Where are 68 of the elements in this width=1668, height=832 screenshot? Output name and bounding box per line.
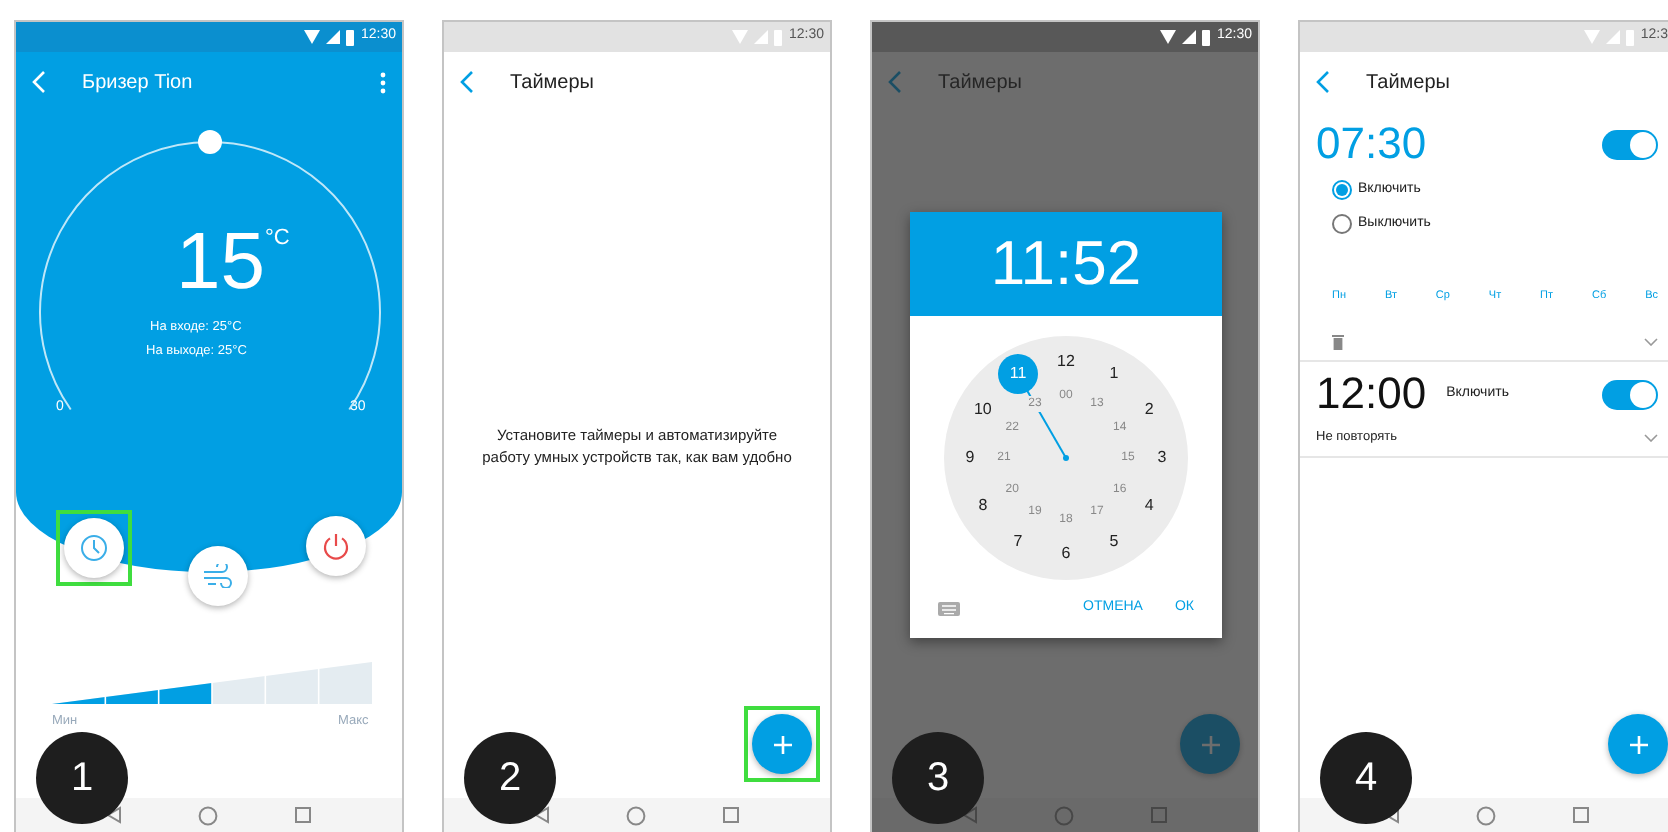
trash-icon[interactable] (1332, 334, 1344, 351)
wifi-icon (1584, 30, 1601, 44)
screen-title: Таймеры (938, 69, 1022, 97)
hour-option[interactable]: 2 (1144, 402, 1154, 418)
hour-option[interactable]: 3 (1157, 450, 1167, 466)
timer-time: 07:30 (1316, 120, 1427, 169)
hour-option[interactable]: 6 (1061, 546, 1071, 562)
home-nav-icon[interactable] (1476, 805, 1496, 825)
home-nav-icon[interactable] (1054, 805, 1074, 825)
wifi-icon (732, 30, 749, 44)
add-icon (773, 735, 791, 753)
temperature-handle[interactable] (198, 130, 222, 154)
wind-icon (202, 564, 234, 588)
clock-icon (80, 534, 108, 562)
chevron-down-icon[interactable] (1644, 433, 1658, 441)
screen-title: Таймеры (1366, 69, 1450, 97)
recents-nav-icon[interactable] (1150, 806, 1168, 824)
back-nav-icon[interactable] (106, 806, 122, 824)
recents-nav-icon[interactable] (722, 806, 740, 824)
speed-bar[interactable] (52, 662, 372, 704)
back-nav-icon[interactable] (534, 806, 550, 824)
hour-option[interactable]: 8 (978, 498, 988, 514)
power-icon (322, 532, 350, 560)
signal-icon (754, 30, 769, 44)
add-button[interactable] (1180, 714, 1240, 774)
add-icon (1629, 735, 1647, 753)
recents-nav-icon[interactable] (294, 806, 312, 824)
home-nav-icon[interactable] (626, 805, 646, 825)
temperature-unit: °C (265, 228, 290, 250)
signal-icon (1182, 30, 1197, 44)
hour-option[interactable]: 5 (1109, 533, 1119, 550)
screen-title: Бризер Tion (82, 69, 193, 97)
timer-time: 12:00 (1316, 370, 1427, 420)
wifi-icon (1160, 30, 1177, 44)
add-button[interactable] (1608, 714, 1668, 774)
selected-time: 11:52 (910, 212, 1222, 316)
temperature-value: 15 (176, 222, 265, 302)
signal-icon (1606, 30, 1621, 44)
back-icon[interactable] (888, 70, 902, 94)
chevron-down-icon[interactable] (1644, 338, 1658, 347)
toggle-switch[interactable] (1602, 129, 1658, 160)
wifi-icon (304, 30, 321, 44)
hour-option[interactable]: 11 (998, 354, 1038, 395)
hour-option[interactable]: 4 (1144, 498, 1154, 514)
step-number: 1 (36, 732, 128, 824)
battery-icon (774, 29, 783, 45)
screen-title: Таймеры (510, 69, 594, 97)
back-icon[interactable] (1316, 70, 1330, 94)
keyboard-icon[interactable] (938, 601, 960, 616)
back-icon[interactable] (460, 70, 474, 94)
battery-icon (1202, 29, 1211, 45)
hour-option[interactable]: 7 (1013, 533, 1023, 550)
add-icon (1201, 735, 1219, 753)
home-nav-icon[interactable] (198, 805, 218, 825)
signal-icon (326, 30, 341, 44)
battery-icon (1626, 29, 1635, 45)
hour-option[interactable]: 1 (1109, 366, 1119, 383)
step-number: 4 (1320, 732, 1412, 824)
step-number: 3 (892, 732, 984, 824)
recents-nav-icon[interactable] (1572, 806, 1590, 824)
hour-option[interactable]: 9 (965, 450, 975, 466)
fan-button[interactable] (188, 546, 248, 606)
hour-option[interactable]: 10 (973, 402, 992, 418)
battery-icon (346, 29, 355, 45)
step-number: 2 (464, 732, 556, 824)
more-icon[interactable] (380, 71, 386, 93)
hour-option[interactable]: 12 (1057, 354, 1075, 370)
toggle-switch[interactable] (1602, 380, 1658, 411)
